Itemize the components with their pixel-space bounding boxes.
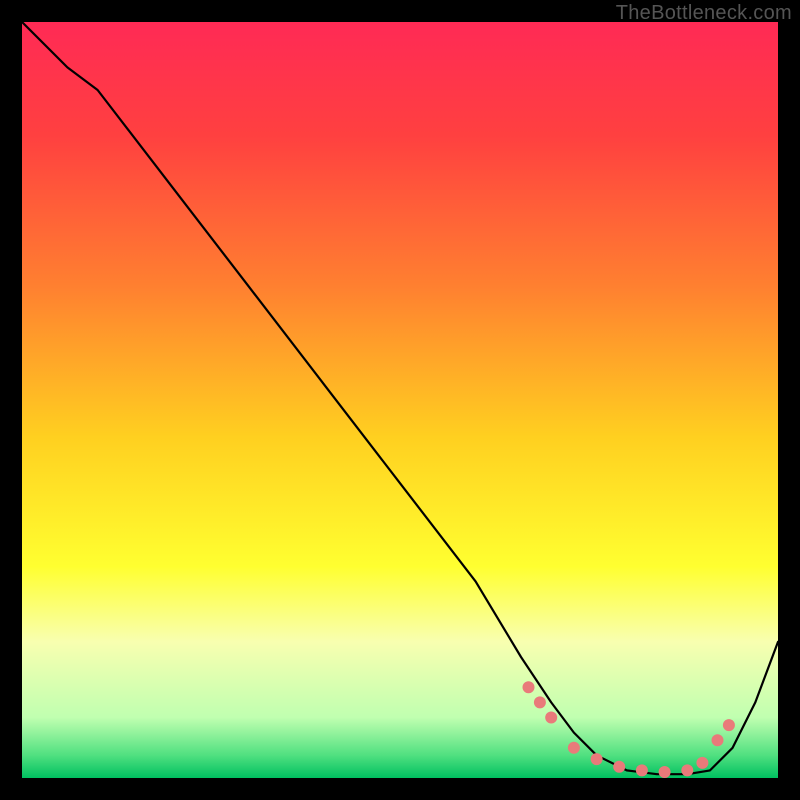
marker-dot bbox=[613, 761, 625, 773]
chart-frame: TheBottleneck.com bbox=[0, 0, 800, 800]
marker-dot bbox=[712, 734, 724, 746]
plot-svg bbox=[22, 22, 778, 778]
watermark-label: TheBottleneck.com bbox=[616, 2, 792, 25]
marker-dot bbox=[636, 764, 648, 776]
marker-dot bbox=[591, 753, 603, 765]
gradient-background bbox=[22, 22, 778, 778]
marker-dot bbox=[568, 742, 580, 754]
marker-dot bbox=[534, 696, 546, 708]
marker-dot bbox=[681, 764, 693, 776]
marker-dot bbox=[545, 712, 557, 724]
marker-dot bbox=[659, 766, 671, 778]
plot-area bbox=[22, 22, 778, 778]
marker-dot bbox=[696, 757, 708, 769]
marker-dot bbox=[723, 719, 735, 731]
marker-dot bbox=[523, 681, 535, 693]
